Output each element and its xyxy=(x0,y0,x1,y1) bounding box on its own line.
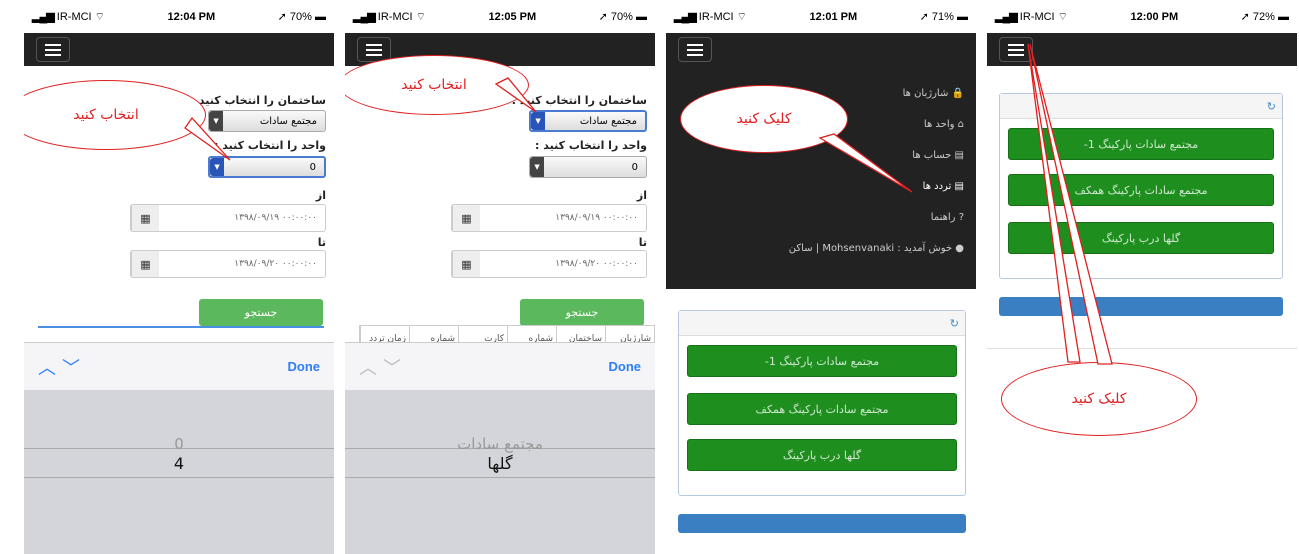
home-icon: ⌂ xyxy=(957,119,964,130)
carrier: ▂▄▆ IR-MCI ⌔ xyxy=(32,10,106,23)
prev-next-arrows-icon[interactable]: ︿﹀ xyxy=(359,354,407,380)
parking-button-1[interactable]: مجتمع سادات پارکینگ 1- xyxy=(687,345,957,377)
battery: ➚ 70% ▬ xyxy=(598,11,647,23)
menu-item-traffic[interactable]: ▤ تردد ها xyxy=(666,171,976,202)
dropdown-arrow-icon: ▼ xyxy=(531,112,545,130)
calendar-icon[interactable]: ▦ xyxy=(452,251,480,277)
hamburger-menu-icon[interactable] xyxy=(999,37,1033,62)
focus-underline xyxy=(38,326,324,328)
to-date-field[interactable]: ۰۰:۰۰:۰۰ ۱۳۹۸/۰۹/۲۰ ▦ xyxy=(130,250,326,278)
search-button[interactable]: جستجو xyxy=(520,299,644,326)
carrier: ▂▄▆ IR-MCI ⌔ xyxy=(353,10,427,23)
parking-button-2[interactable]: مجتمع سادات پارکینگ همکف xyxy=(687,393,957,425)
to-label: تا xyxy=(638,236,647,249)
from-date-field[interactable]: ۰۰:۰۰:۰۰ ۱۳۹۸/۰۹/۱۹ ▦ xyxy=(451,204,647,232)
parking-panel: ↻ مجتمع سادات پارکینگ 1- مجتمع سادات پار… xyxy=(999,93,1283,279)
status-bar: ▂▄▆ IR-MCI ⌔ 12:04 PM ➚ 70% ▬ xyxy=(24,0,334,33)
navbar xyxy=(666,33,976,66)
battery: ➚ 71% ▬ xyxy=(919,11,968,23)
dropdown-arrow-icon: ▼ xyxy=(530,157,544,177)
from-label: از xyxy=(315,189,326,202)
screen-unit-picker: ▂▄▆ IR-MCI ⌔ 12:04 PM ➚ 70% ▬ ساختمان را… xyxy=(24,0,334,554)
picker-option-selected[interactable]: گلها xyxy=(345,454,655,473)
battery: ➚ 70% ▬ xyxy=(277,11,326,23)
status-bar: ▂▄▆ IR-MCI ⌔ 12:05 PM ➚ 70% ▬ xyxy=(345,0,655,33)
clock: 12:00 PM xyxy=(1130,10,1179,23)
dropdown-arrow-icon: ▼ xyxy=(210,158,224,176)
building-label: ساختمان را انتخاب کنید : xyxy=(511,94,647,107)
action-bar[interactable] xyxy=(999,297,1283,316)
navbar xyxy=(24,33,334,66)
unit-label: واحد را انتخاب کنید : xyxy=(535,139,647,152)
menu-item-help[interactable]: ? راهنما xyxy=(666,202,976,233)
building-select[interactable]: مجتمع سادات ▼ xyxy=(529,110,647,132)
to-label: تا xyxy=(317,236,326,249)
calendar-icon[interactable]: ▦ xyxy=(452,205,480,231)
calendar-icon[interactable]: ▦ xyxy=(131,251,159,277)
unit-select[interactable]: 0 ▼ xyxy=(208,156,326,178)
carrier: ▂▄▆ IR-MCI ⌔ xyxy=(995,10,1069,23)
unit-label: واحد را انتخاب کنید : xyxy=(214,139,326,152)
picker-toolbar: ︿﹀ Done xyxy=(345,342,655,390)
callout-click: کلیک کنید xyxy=(1001,362,1197,436)
clock: 12:05 PM xyxy=(488,10,537,23)
document-icon: ▤ xyxy=(954,150,964,161)
action-bar[interactable] xyxy=(678,514,966,533)
picker-option[interactable]: 0 xyxy=(24,435,334,453)
parking-button-3[interactable]: گلها درب پارکینگ xyxy=(687,439,957,471)
prev-next-arrows-icon[interactable]: ︿﹀ xyxy=(38,354,86,380)
callout-select: انتخاب کنید xyxy=(345,55,529,115)
parking-panel: ↻ مجتمع سادات پارکینگ 1- مجتمع سادات پار… xyxy=(678,310,966,496)
menu-item-welcome[interactable]: ● خوش آمدید : Mohsenvanaki | ساکن xyxy=(666,233,976,264)
picker-option[interactable]: مجتمع سادات xyxy=(345,435,655,453)
question-icon: ? xyxy=(958,212,964,223)
refresh-icon[interactable]: ↻ xyxy=(679,311,965,336)
carrier: ▂▄▆ IR-MCI ⌔ xyxy=(674,10,748,23)
done-button[interactable]: Done xyxy=(609,359,642,374)
clock: 12:01 PM xyxy=(809,10,858,23)
screen-side-menu: ▂▄▆ IR-MCI ⌔ 12:01 PM ➚ 71% ▬ 🔒 شارژبان … xyxy=(666,0,976,554)
unit-select[interactable]: 0 ▼ xyxy=(529,156,647,178)
user-icon: ● xyxy=(955,243,964,254)
done-button[interactable]: Done xyxy=(288,359,321,374)
status-bar: ▂▄▆ IR-MCI ⌔ 12:00 PM ➚ 72% ▬ xyxy=(987,0,1297,33)
navbar xyxy=(987,33,1297,66)
parking-button-1[interactable]: مجتمع سادات پارکینگ 1- xyxy=(1008,128,1274,160)
picker-wheel[interactable]: 0 4 xyxy=(24,390,334,554)
hamburger-menu-icon[interactable] xyxy=(36,37,70,62)
divider xyxy=(987,348,1297,349)
picker-option-selected[interactable]: 4 xyxy=(24,454,334,473)
battery: ➚ 72% ▬ xyxy=(1240,11,1289,23)
hamburger-menu-icon[interactable] xyxy=(678,37,712,62)
lock-icon: 🔒 xyxy=(951,88,964,99)
file-icon: ▤ xyxy=(954,181,964,192)
refresh-icon[interactable]: ↻ xyxy=(1000,94,1282,119)
picker-toolbar: ︿﹀ Done xyxy=(24,342,334,390)
building-label: ساختمان را انتخاب کنید : xyxy=(190,94,326,107)
clock: 12:04 PM xyxy=(167,10,216,23)
parking-button-2[interactable]: مجتمع سادات پارکینگ همکف xyxy=(1008,174,1274,206)
building-select[interactable]: مجتمع سادات ▼ xyxy=(208,110,326,132)
screen-parking-list: ▂▄▆ IR-MCI ⌔ 12:00 PM ➚ 72% ▬ ↻ مجتمع سا… xyxy=(987,0,1297,554)
from-date-field[interactable]: ۰۰:۰۰:۰۰ ۱۳۹۸/۰۹/۱۹ ▦ xyxy=(130,204,326,232)
status-bar: ▂▄▆ IR-MCI ⌔ 12:01 PM ➚ 71% ▬ xyxy=(666,0,976,33)
parking-button-3[interactable]: گلها درب پارکینگ xyxy=(1008,222,1274,254)
dropdown-arrow-icon: ▼ xyxy=(209,111,223,131)
calendar-icon[interactable]: ▦ xyxy=(131,205,159,231)
screen-building-picker: ▂▄▆ IR-MCI ⌔ 12:05 PM ➚ 70% ▬ ساختمان را… xyxy=(345,0,655,554)
to-date-field[interactable]: ۰۰:۰۰:۰۰ ۱۳۹۸/۰۹/۲۰ ▦ xyxy=(451,250,647,278)
callout-click: کلیک کنید xyxy=(680,85,848,153)
search-button[interactable]: جستجو xyxy=(199,299,323,326)
picker-wheel[interactable]: مجتمع سادات گلها xyxy=(345,390,655,554)
from-label: از xyxy=(636,189,647,202)
